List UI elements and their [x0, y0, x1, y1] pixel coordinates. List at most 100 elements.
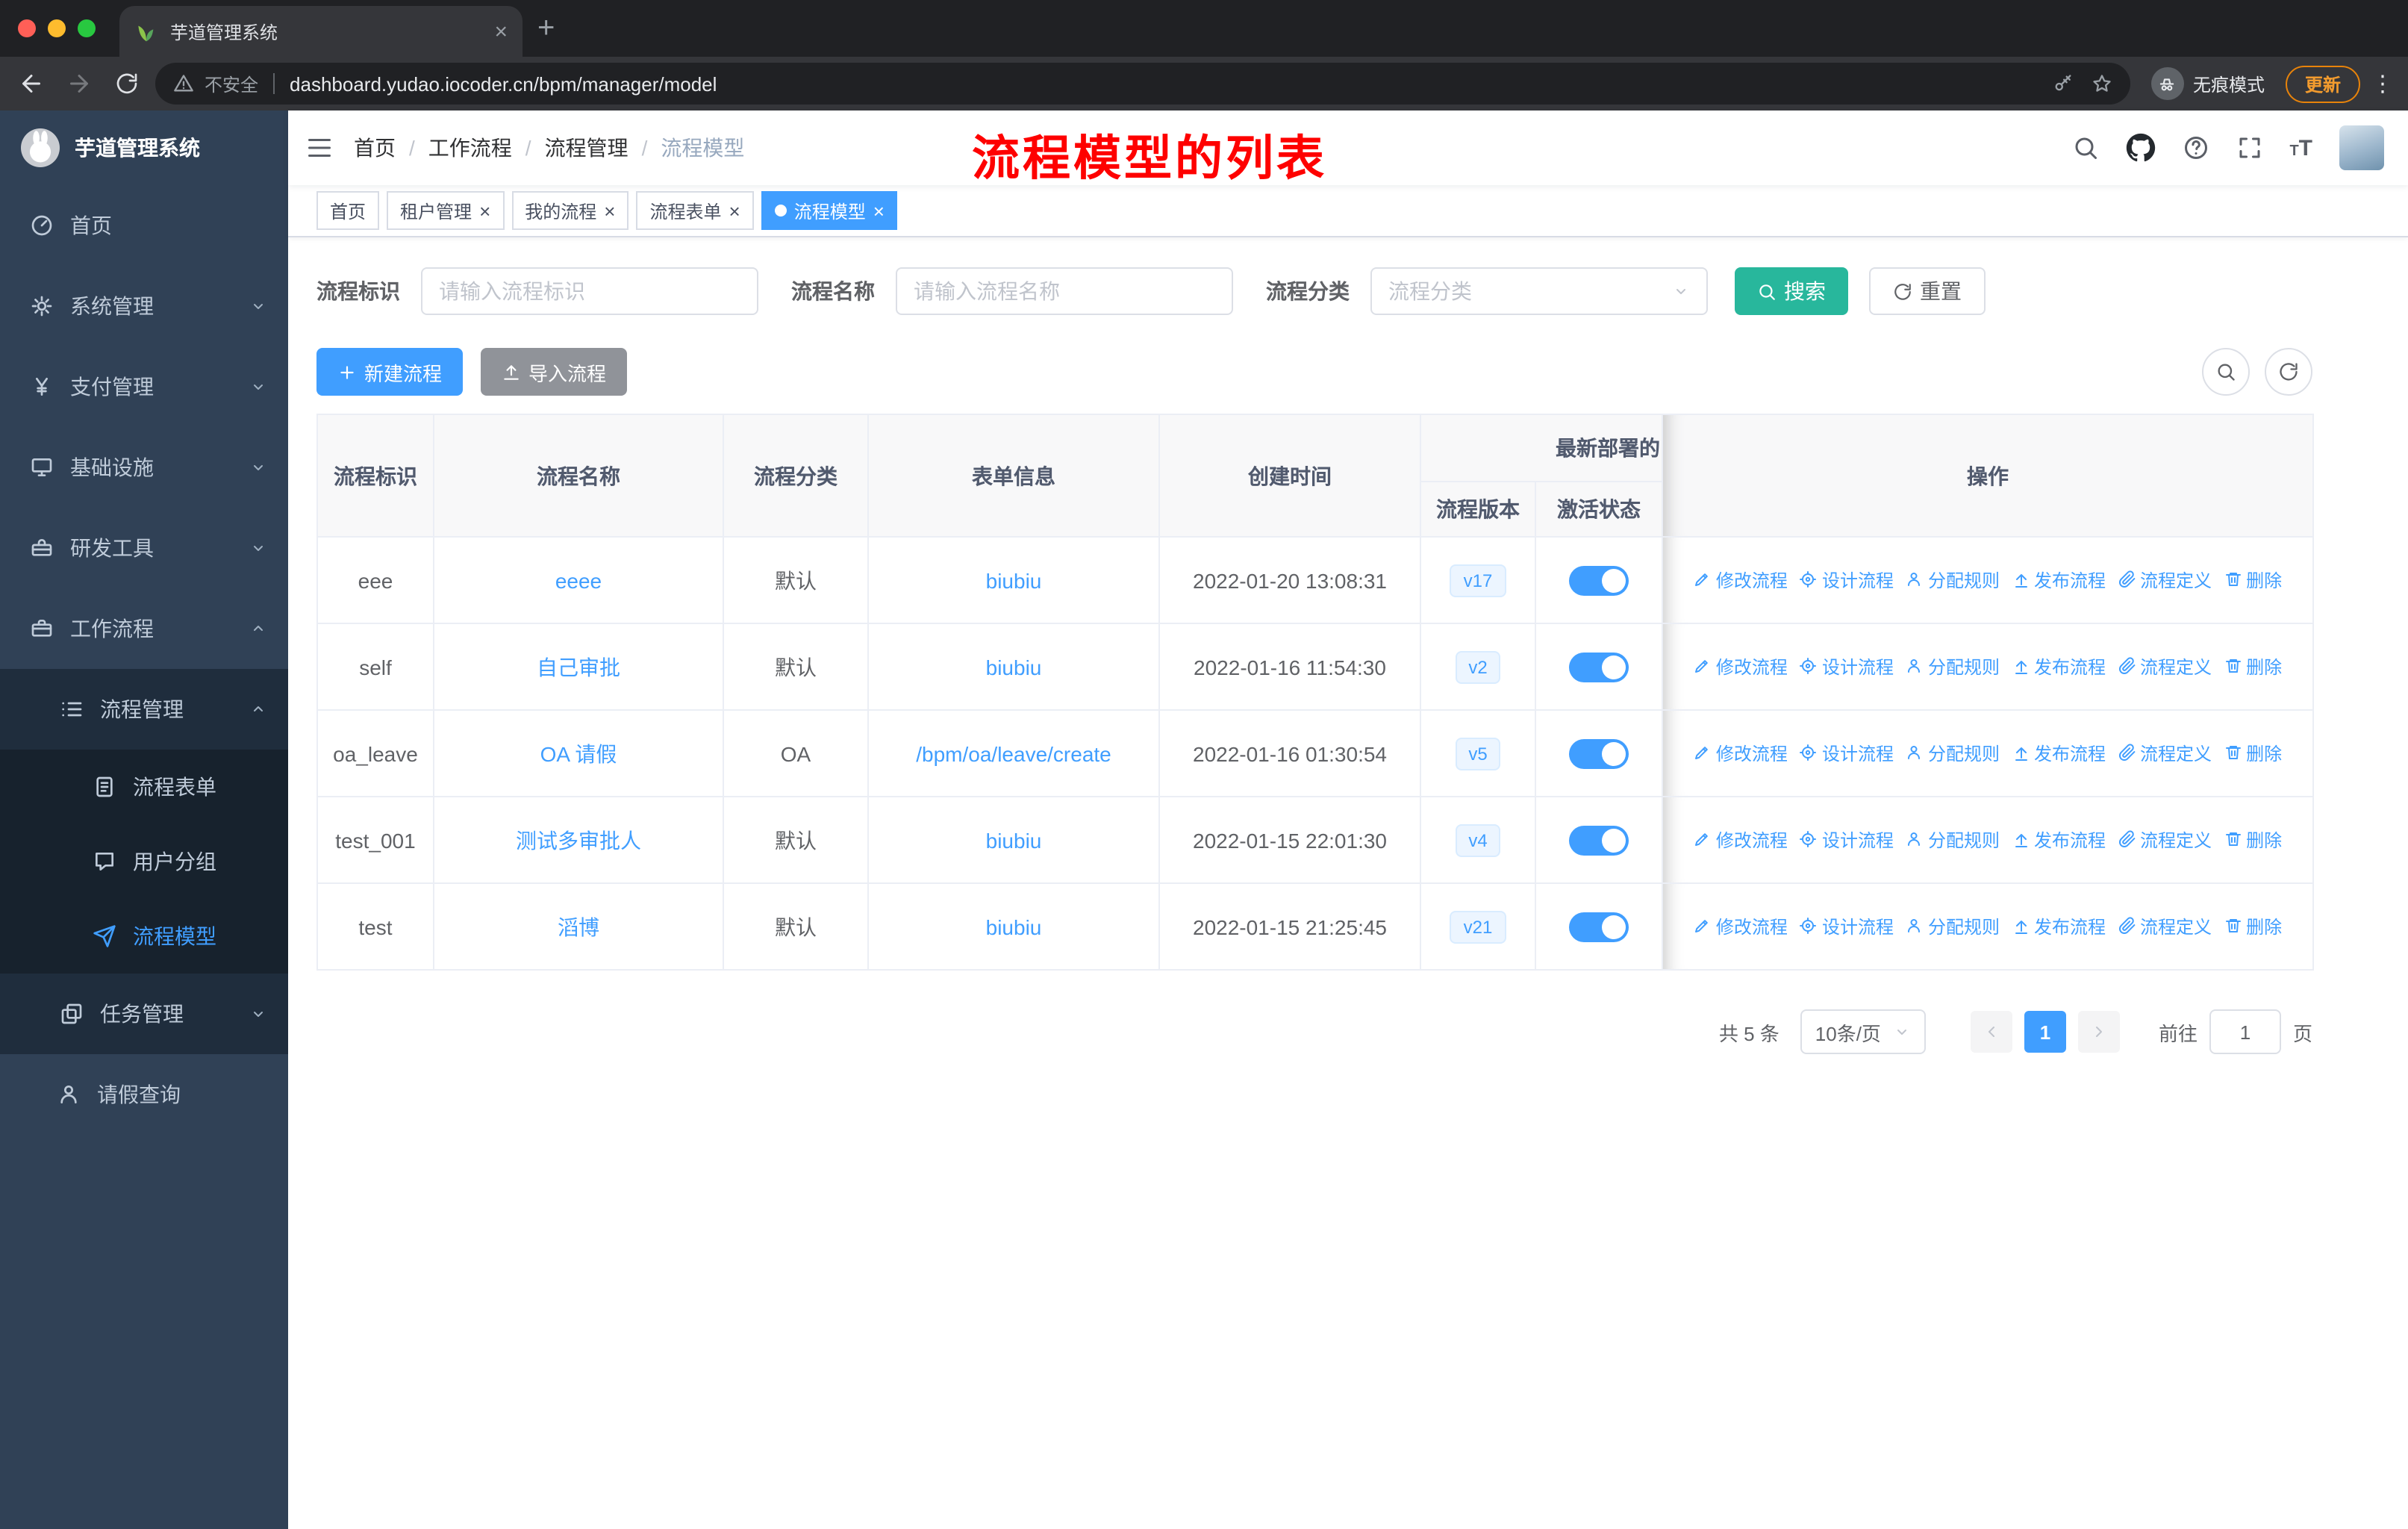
process-definition-link[interactable]: 流程定义 [2118, 914, 2212, 939]
toggle-search-button[interactable] [2202, 348, 2250, 396]
tag-close-icon[interactable]: × [873, 201, 885, 220]
edit-process-link[interactable]: 修改流程 [1694, 567, 1788, 593]
delete-link[interactable]: 删除 [2224, 567, 2282, 593]
window-zoom-button[interactable] [78, 19, 96, 37]
delete-link[interactable]: 删除 [2224, 914, 2282, 939]
security-label[interactable]: 不安全 [205, 71, 258, 96]
browser-tab[interactable]: 芋道管理系统 × [119, 6, 523, 57]
assign-rule-link[interactable]: 分配规则 [1906, 827, 2000, 853]
back-button[interactable] [12, 64, 51, 103]
assign-rule-link[interactable]: 分配规则 [1906, 654, 2000, 679]
sidebar-item-process-form[interactable]: 流程表单 [0, 750, 288, 824]
edit-process-link[interactable]: 修改流程 [1694, 914, 1788, 939]
address-bar[interactable]: 不安全 dashboard.yudao.iocoder.cn/bpm/manag… [155, 63, 2130, 105]
model-name-link[interactable]: 测试多审批人 [516, 828, 641, 852]
active-toggle[interactable] [1569, 738, 1629, 768]
edit-process-link[interactable]: 修改流程 [1694, 654, 1788, 679]
window-close-button[interactable] [18, 19, 36, 37]
active-toggle[interactable] [1569, 912, 1629, 941]
sidebar-item-leave-query[interactable]: 请假查询 [0, 1054, 288, 1135]
process-definition-link[interactable]: 流程定义 [2118, 827, 2212, 853]
edit-process-link[interactable]: 修改流程 [1694, 827, 1788, 853]
model-name-link[interactable]: eeee [555, 568, 602, 592]
tag-tenant-mgmt[interactable]: 租户管理 × [387, 191, 505, 230]
goto-page-input[interactable] [2209, 1009, 2281, 1054]
tag-process-form[interactable]: 流程表单 × [636, 191, 754, 230]
process-name-input[interactable] [896, 267, 1233, 315]
design-process-link[interactable]: 设计流程 [1800, 914, 1894, 939]
active-toggle[interactable] [1569, 652, 1629, 682]
publish-process-link[interactable]: 发布流程 [2012, 741, 2106, 766]
github-icon[interactable] [2125, 133, 2155, 163]
sidebar-item-user-group[interactable]: 用户分组 [0, 824, 288, 899]
design-process-link[interactable]: 设计流程 [1800, 827, 1894, 853]
sidebar-item-home[interactable]: 首页 [0, 185, 288, 266]
process-key-input[interactable] [421, 267, 758, 315]
model-name-link[interactable]: 自己审批 [537, 655, 620, 679]
help-icon[interactable] [2182, 134, 2209, 161]
delete-link[interactable]: 删除 [2224, 827, 2282, 853]
design-process-link[interactable]: 设计流程 [1800, 654, 1894, 679]
key-icon[interactable] [2053, 73, 2074, 94]
sidebar-item-workflow[interactable]: 工作流程 [0, 588, 288, 669]
process-definition-link[interactable]: 流程定义 [2118, 741, 2212, 766]
process-category-select[interactable]: 流程分类 [1370, 267, 1708, 315]
publish-process-link[interactable]: 发布流程 [2012, 827, 2106, 853]
sidebar-item-infrastructure[interactable]: 基础设施 [0, 427, 288, 508]
sidebar-item-devtools[interactable]: 研发工具 [0, 508, 288, 588]
window-minimize-button[interactable] [48, 19, 66, 37]
active-toggle[interactable] [1569, 565, 1629, 595]
form-info-link[interactable]: biubiu [986, 568, 1042, 592]
edit-process-link[interactable]: 修改流程 [1694, 741, 1788, 766]
breadcrumb-process-mgmt[interactable]: 流程管理 [545, 133, 628, 163]
form-info-link[interactable]: /bpm/oa/leave/create [916, 741, 1111, 765]
import-process-button[interactable]: 导入流程 [481, 348, 628, 396]
tab-close-icon[interactable]: × [494, 20, 508, 43]
assign-rule-link[interactable]: 分配规则 [1906, 914, 2000, 939]
forward-button[interactable] [60, 64, 99, 103]
user-avatar[interactable] [2339, 125, 2384, 170]
tag-close-icon[interactable]: × [479, 201, 490, 220]
reset-button[interactable]: 重置 [1869, 267, 1986, 315]
process-definition-link[interactable]: 流程定义 [2118, 654, 2212, 679]
form-info-link[interactable]: biubiu [986, 828, 1042, 852]
browser-menu-icon[interactable]: ⋮ [2369, 70, 2396, 97]
new-tab-button[interactable]: + [537, 13, 555, 43]
model-name-link[interactable]: 滔博 [558, 915, 599, 938]
hamburger-icon[interactable] [306, 134, 333, 161]
form-info-link[interactable]: biubiu [986, 655, 1042, 679]
process-definition-link[interactable]: 流程定义 [2118, 567, 2212, 593]
active-toggle[interactable] [1569, 825, 1629, 855]
refresh-table-button[interactable] [2265, 348, 2312, 396]
sidebar-item-process-model[interactable]: 流程模型 [0, 899, 288, 974]
design-process-link[interactable]: 设计流程 [1800, 741, 1894, 766]
tag-close-icon[interactable]: × [729, 201, 740, 220]
tag-process-model[interactable]: 流程模型 × [761, 191, 898, 230]
font-size-icon[interactable]: TT [2289, 137, 2312, 159]
tag-home[interactable]: 首页 [316, 191, 380, 230]
sidebar-item-system[interactable]: 系统管理 [0, 266, 288, 346]
model-name-link[interactable]: OA 请假 [540, 741, 617, 765]
next-page-button[interactable] [2077, 1011, 2120, 1053]
tag-close-icon[interactable]: × [604, 201, 615, 220]
fullscreen-icon[interactable] [2236, 134, 2262, 161]
form-info-link[interactable]: biubiu [986, 915, 1042, 938]
design-process-link[interactable]: 设计流程 [1800, 567, 1894, 593]
sidebar-item-payment[interactable]: 支付管理 [0, 346, 288, 427]
breadcrumb-workflow[interactable]: 工作流程 [428, 133, 512, 163]
page-size-select[interactable]: 10条/页 [1800, 1009, 1926, 1054]
tag-my-process[interactable]: 我的流程 × [511, 191, 629, 230]
bookmark-star-icon[interactable] [2092, 73, 2112, 94]
search-button[interactable]: 搜索 [1735, 267, 1848, 315]
publish-process-link[interactable]: 发布流程 [2012, 567, 2106, 593]
search-icon[interactable] [2071, 134, 2098, 161]
prev-page-button[interactable] [1970, 1011, 2012, 1053]
reload-button[interactable] [107, 64, 146, 103]
assign-rule-link[interactable]: 分配规则 [1906, 567, 2000, 593]
current-page-button[interactable]: 1 [2024, 1011, 2066, 1053]
delete-link[interactable]: 删除 [2224, 654, 2282, 679]
assign-rule-link[interactable]: 分配规则 [1906, 741, 2000, 766]
delete-link[interactable]: 删除 [2224, 741, 2282, 766]
publish-process-link[interactable]: 发布流程 [2012, 914, 2106, 939]
create-process-button[interactable]: 新建流程 [316, 348, 464, 396]
